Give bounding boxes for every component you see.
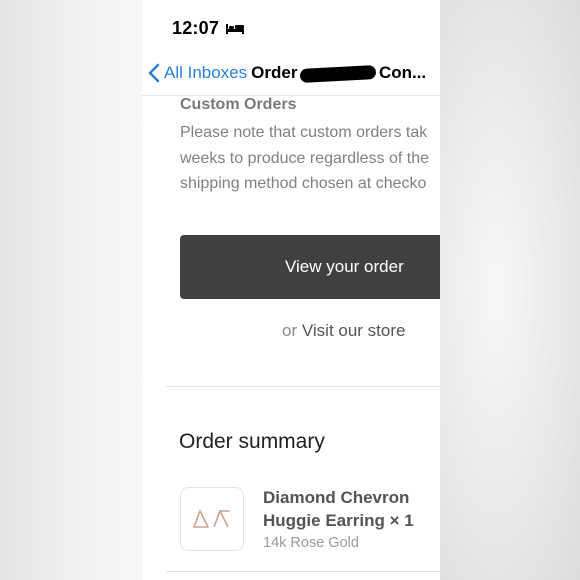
status-time: 12:07	[172, 17, 220, 38]
product-name-line: Huggie Earring × 1	[263, 511, 414, 530]
redaction-mark	[299, 64, 377, 83]
back-label: All Inboxes	[164, 63, 248, 82]
section-divider	[166, 386, 440, 387]
earring-icon	[193, 509, 230, 528]
background-left	[0, 0, 142, 580]
email-subject-title: Order Con...	[251, 63, 426, 83]
status-bar: 12:07	[172, 16, 245, 40]
bed-icon	[225, 21, 245, 35]
visit-store-line: or Visit our store	[282, 321, 405, 341]
order-summary-title: Order summary	[179, 430, 325, 453]
product-name: Diamond Chevron Huggie Earring × 1	[263, 486, 433, 532]
or-text: or	[282, 321, 298, 340]
phone-screen: 12:07 All Inboxes Order Con... Custom Or…	[142, 0, 440, 580]
bottom-divider	[166, 571, 440, 572]
chevron-left-icon	[148, 63, 160, 83]
custom-orders-line: weeks to produce regardless of the	[180, 149, 430, 167]
custom-orders-line: shipping method chosen at checko	[180, 175, 427, 192]
product-name-line: Diamond Chevron	[263, 488, 410, 507]
back-button[interactable]: All Inboxes	[148, 63, 247, 83]
view-order-button[interactable]: View your order	[180, 235, 440, 299]
custom-orders-text: Please note that custom orders tak weeks…	[180, 120, 440, 197]
custom-orders-line: Please note that custom orders tak	[180, 124, 428, 141]
product-variant: 14k Rose Gold	[263, 535, 359, 551]
nav-bar: All Inboxes Order Con...	[142, 58, 440, 88]
title-suffix: Con...	[378, 63, 427, 82]
custom-orders-heading: Custom Orders	[180, 96, 297, 113]
background-right	[440, 0, 580, 580]
product-image	[180, 487, 244, 551]
title-prefix: Order	[251, 63, 298, 82]
visit-store-link[interactable]: Visit our store	[302, 321, 406, 340]
